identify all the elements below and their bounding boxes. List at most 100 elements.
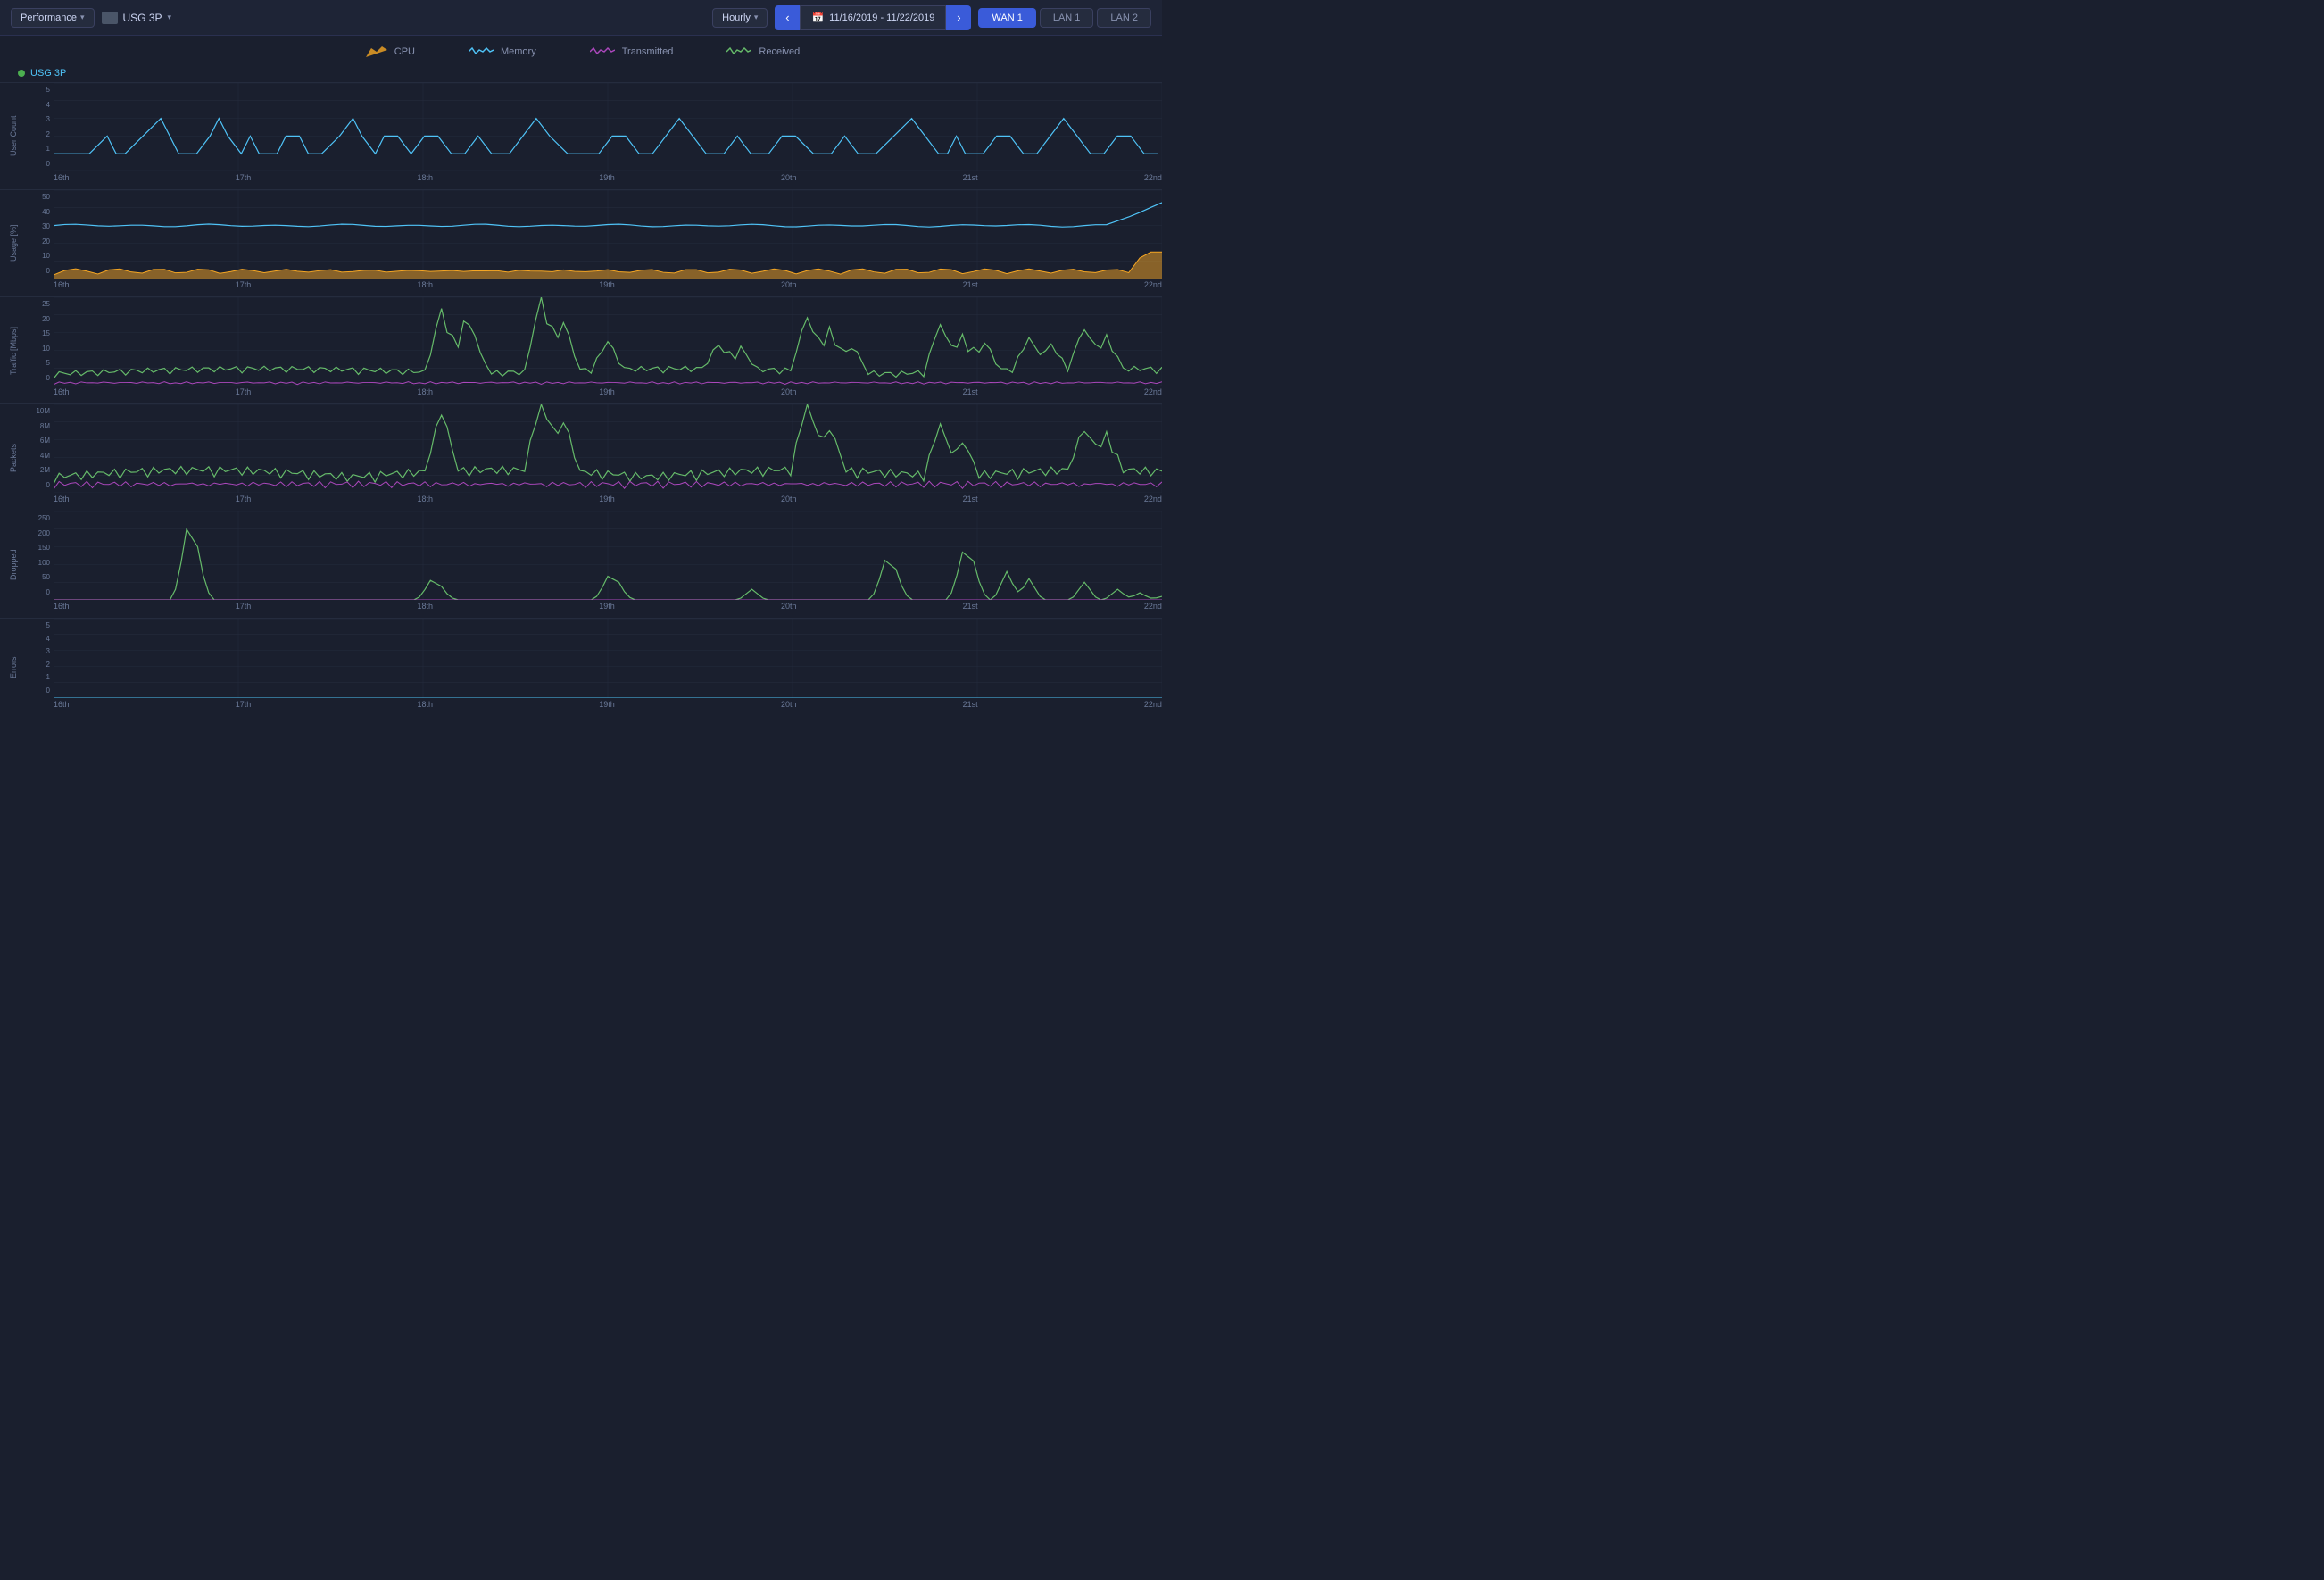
y-ticks-usage: 50 40 30 20 10 0: [27, 190, 54, 279]
y-axis-label-traffic: Traffic [Mbps]: [0, 297, 27, 403]
device-icon: [102, 12, 118, 24]
y-ticks-packets: 10M8M6M4M2M0: [27, 404, 54, 493]
y-tick: 5: [27, 87, 50, 94]
x-tick-label: 22nd: [1144, 387, 1162, 396]
x-tick-label: 16th: [54, 173, 70, 182]
calendar-icon: 📅: [811, 12, 824, 23]
y-tick: 2M: [27, 467, 50, 474]
x-tick-label: 19th: [599, 602, 615, 611]
transmitted-legend-label: Transmitted: [622, 46, 674, 57]
y-tick: 25: [27, 301, 50, 308]
y-axis-label-packets: Packets: [0, 404, 27, 511]
y-tick: 4: [27, 636, 50, 643]
lan2-tab[interactable]: LAN 2: [1097, 8, 1151, 28]
performance-label: Performance: [21, 12, 77, 23]
chart-svg-wrapper-packets: [54, 404, 1162, 493]
x-tick-label: 18th: [417, 280, 433, 289]
y-tick: 0: [27, 268, 50, 275]
x-tick-label: 21st: [963, 280, 978, 289]
x-tick-label: 20th: [781, 700, 797, 709]
legend-received: Received: [726, 45, 800, 59]
interface-tabs: WAN 1 LAN 1 LAN 2: [978, 8, 1151, 28]
x-tick-label: 16th: [54, 602, 70, 611]
received-legend-icon: [726, 45, 751, 59]
y-tick: 5: [27, 622, 50, 629]
x-tick-label: 18th: [417, 495, 433, 503]
hourly-dropdown[interactable]: Hourly ▾: [712, 8, 768, 28]
y-tick: 0: [27, 482, 50, 489]
y-tick: 8M: [27, 423, 50, 430]
chart-svg-wrapper-errors: [54, 619, 1162, 698]
cpu-legend-icon: [362, 45, 387, 59]
x-tick-label: 18th: [417, 173, 433, 182]
y-axis-label-user-count: User Count: [0, 83, 27, 189]
y-tick: 30: [27, 223, 50, 230]
y-tick: 0: [27, 161, 50, 168]
y-tick: 0: [27, 375, 50, 382]
x-tick-label: 16th: [54, 495, 70, 503]
x-tick-label: 21st: [963, 387, 978, 396]
y-ticks-errors: 543210: [27, 619, 54, 698]
x-tick-label: 22nd: [1144, 602, 1162, 611]
y-tick: 50: [27, 574, 50, 581]
prev-date-button[interactable]: ‹: [775, 5, 800, 30]
x-tick-label: 19th: [599, 387, 615, 396]
y-ticks-user-count: 543210: [27, 83, 54, 171]
hourly-section: Hourly ▾: [712, 8, 768, 28]
x-tick-label: 20th: [781, 173, 797, 182]
y-tick: 10: [27, 253, 50, 260]
device-name-label: USG 3P: [123, 12, 162, 24]
cpu-legend-label: CPU: [394, 46, 415, 57]
received-legend-label: Received: [759, 46, 800, 57]
x-tick-label: 21st: [963, 173, 978, 182]
x-axis-usage: 16th17th18th19th20th21st22nd: [54, 279, 1162, 296]
chart-svg-wrapper-traffic: [54, 297, 1162, 386]
x-tick-label: 17th: [236, 280, 252, 289]
x-tick-label: 20th: [781, 602, 797, 611]
y-tick: 5: [27, 360, 50, 367]
y-tick: 100: [27, 560, 50, 567]
device-section: USG 3P ▾: [102, 12, 172, 24]
x-tick-label: 17th: [236, 495, 252, 503]
memory-legend-icon: [469, 45, 494, 59]
wan1-tab[interactable]: WAN 1: [978, 8, 1035, 28]
y-tick: 250: [27, 515, 50, 522]
x-axis-traffic: 16th17th18th19th20th21st22nd: [54, 386, 1162, 403]
transmitted-legend-icon: [590, 45, 615, 59]
y-tick: 40: [27, 209, 50, 216]
y-tick: 50: [27, 194, 50, 201]
x-tick-label: 17th: [236, 700, 252, 709]
y-axis-label-errors: Errors: [0, 619, 27, 716]
y-tick: 0: [27, 589, 50, 596]
x-tick-label: 19th: [599, 173, 615, 182]
y-axis-label-dropped: Dropped: [0, 511, 27, 618]
chart-svg-user-count: [54, 83, 1162, 171]
x-axis-errors: 16th17th18th19th20th21st22nd: [54, 698, 1162, 716]
x-tick-label: 20th: [781, 495, 797, 503]
x-tick-label: 22nd: [1144, 700, 1162, 709]
next-date-button[interactable]: ›: [946, 5, 971, 30]
date-range-button[interactable]: 📅 11/16/2019 - 11/22/2019: [800, 5, 946, 30]
lan1-tab[interactable]: LAN 1: [1040, 8, 1094, 28]
device-row: USG 3P: [0, 64, 1162, 82]
chart-svg-traffic: [54, 297, 1162, 386]
y-tick: 4M: [27, 453, 50, 460]
chart-svg-usage: [54, 190, 1162, 279]
y-tick: 3: [27, 648, 50, 655]
chart-svg-dropped: [54, 511, 1162, 600]
y-tick: 10M: [27, 408, 50, 415]
y-tick: 1: [27, 146, 50, 153]
device-name: USG 3P: [30, 68, 66, 79]
chart-row-dropped: Dropped25020015010050016th17th18th19th20…: [0, 511, 1162, 618]
chart-area-traffic: 252015105016th17th18th19th20th21st22nd: [27, 297, 1162, 403]
chart-row-errors: Errors54321016th17th18th19th20th21st22nd: [0, 618, 1162, 716]
legend-memory: Memory: [469, 45, 536, 59]
y-tick: 1: [27, 674, 50, 681]
performance-dropdown[interactable]: Performance ▾: [11, 8, 95, 28]
charts-container: User Count54321016th17th18th19th20th21st…: [0, 82, 1162, 716]
x-tick-label: 18th: [417, 602, 433, 611]
device-chevron-icon: ▾: [168, 12, 172, 22]
x-tick-label: 19th: [599, 700, 615, 709]
y-tick: 20: [27, 238, 50, 245]
hourly-chevron-icon: ▾: [754, 12, 759, 22]
